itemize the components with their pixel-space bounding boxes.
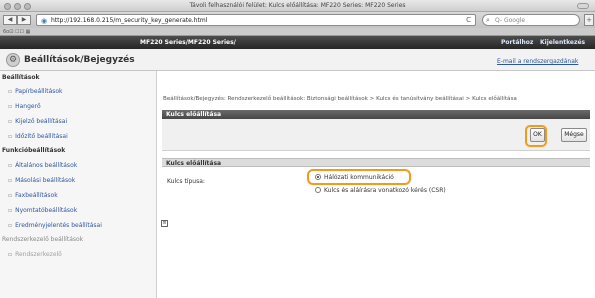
browser-toolbar: ◀ ▶ ◉ http://192.168.0.215/m_security_ke…: [0, 12, 595, 28]
back-icon: ◀: [7, 16, 13, 23]
sidebar-item-fax[interactable]: ▫ Faxbeállítások: [8, 192, 58, 199]
bullet-icon: ▫: [8, 118, 13, 125]
sidebar-item-label: Másolási beállítások: [15, 177, 76, 184]
sidebar-item-label: Általános beállítások: [15, 162, 78, 169]
sidebar-item-label: Hangerő: [15, 103, 41, 110]
sidebar-item-label: Papírbeállítások: [15, 88, 63, 95]
sidebar-item-label: Időzítő beállításai: [15, 133, 68, 140]
expand-icon[interactable]: ≡: [161, 220, 168, 227]
forward-icon: ▶: [21, 16, 27, 23]
forward-button[interactable]: ▶: [17, 15, 31, 25]
window-title: Távoli felhasználói felület: Kulcs előál…: [189, 2, 406, 9]
close-window-button[interactable]: [4, 3, 11, 10]
url-text: http://192.168.0.215/m_security_key_gene…: [51, 17, 208, 24]
bullet-icon: ▫: [8, 207, 13, 214]
zoom-window-button[interactable]: [24, 3, 31, 10]
sidebar-section-functions[interactable]: Funkcióbeállítások: [2, 147, 65, 154]
page-header: ⚙ Beállítások/Bejegyzés E-mail a rendsze…: [0, 49, 595, 71]
search-icon: ⌕: [486, 16, 490, 24]
sidebar-item-label: Rendszerkezelő: [15, 251, 62, 258]
csr-label[interactable]: Kulcs és aláírásra vonatkozó kérés (CSR): [324, 187, 446, 194]
sidebar-item-label: Nyomtatóbeállítások: [15, 207, 78, 214]
sidebar-item-copy[interactable]: ▫ Másolási beállítások: [8, 177, 75, 184]
bullet-icon: ▫: [8, 222, 13, 229]
bookmarks-icons[interactable]: 6o⊡ ☐☐ ▦: [3, 29, 30, 35]
sidebar: Beállítások ▫ Papírbeállítások ▫ Hangerő ▫…: [0, 71, 157, 298]
reload-icon[interactable]: C: [466, 16, 471, 24]
sidebar-section-settings[interactable]: Beállítások: [2, 74, 39, 81]
search-input[interactable]: ⌕ Q- Google: [482, 14, 580, 26]
sidebar-item-volume[interactable]: ▫ Hangerő: [8, 103, 41, 110]
sidebar-item-paper[interactable]: ▫ Papírbeállítások: [8, 88, 63, 95]
sidebar-item-admin[interactable]: ▫ Rendszerkezelő: [8, 251, 62, 258]
bullet-icon: ▫: [8, 103, 13, 110]
key-type-label: Kulcs típusa:: [167, 178, 205, 185]
bullet-icon: ▫: [8, 177, 13, 184]
sidebar-item-reports[interactable]: ▫ Eredményjelentés beállításai: [8, 222, 102, 229]
bullet-icon: ▫: [8, 251, 13, 258]
ok-button-highlight: [525, 125, 547, 147]
section-header: Kulcs előállítása: [162, 158, 590, 167]
minimize-window-button[interactable]: [14, 3, 21, 10]
toolbar-toggle-button[interactable]: [577, 3, 589, 9]
logout-link[interactable]: Kijelentkezés: [540, 39, 585, 46]
bullet-icon: ▫: [8, 88, 13, 95]
settings-gear-icon: ⚙: [6, 53, 20, 67]
browser-window: Távoli felhasználói felület: Kulcs előál…: [0, 0, 595, 298]
breadcrumb: Beállítások/Bejegyzés: Rendszerkezelő be…: [163, 96, 517, 102]
bullet-icon: ▫: [8, 192, 13, 199]
page-title: Beállítások/Bejegyzés: [24, 55, 135, 65]
cancel-button[interactable]: Mégse: [561, 128, 587, 142]
device-series-title: MF220 Series/MF220 Series/: [140, 39, 236, 46]
section-title: Kulcs előállítása: [166, 160, 222, 167]
sidebar-section-admin[interactable]: Rendszerkezelő beállítások: [2, 236, 83, 243]
network-communication-label[interactable]: Hálózati kommunikáció: [324, 174, 394, 181]
portal-link[interactable]: Portálhoz: [501, 39, 533, 46]
email-admin-link[interactable]: E-mail a rendszergazdának: [497, 58, 578, 65]
network-communication-radio[interactable]: [315, 174, 321, 180]
panel-header: Kulcs előállítása: [162, 110, 590, 119]
bullet-icon: ▫: [8, 162, 13, 169]
bullet-icon: ▫: [8, 133, 13, 140]
bookmarks-bar: 6o⊡ ☐☐ ▦: [0, 28, 595, 36]
sidebar-item-timer[interactable]: ▫ Időzítő beállításai: [8, 133, 68, 140]
address-bar[interactable]: ◉ http://192.168.0.215/m_security_key_ge…: [36, 14, 476, 26]
search-placeholder: Q- Google: [495, 17, 526, 24]
panel-title: Kulcs előállítása: [166, 111, 222, 118]
csr-radio[interactable]: [315, 187, 321, 193]
sidebar-item-printer[interactable]: ▫ Nyomtatóbeállítások: [8, 207, 77, 214]
sidebar-item-label: Eredményjelentés beállításai: [15, 222, 102, 229]
sidebar-item-display[interactable]: ▫ Kijelző beállításai: [8, 118, 67, 125]
back-button[interactable]: ◀: [3, 15, 17, 25]
app-header: MF220 Series/MF220 Series/ Portálhoz Kij…: [0, 36, 595, 49]
site-icon: ◉: [41, 17, 48, 25]
sidebar-item-label: Kijelző beállításai: [15, 118, 68, 125]
sidebar-item-label: Faxbeállítások: [15, 192, 58, 199]
title-bar: Távoli felhasználói felület: Kulcs előál…: [0, 0, 595, 12]
main-content: Beállítások/Bejegyzés: Rendszerkezelő be…: [157, 71, 595, 298]
sidebar-item-general[interactable]: ▫ Általános beállítások: [8, 162, 77, 169]
add-bookmark-button[interactable]: +: [584, 14, 594, 26]
